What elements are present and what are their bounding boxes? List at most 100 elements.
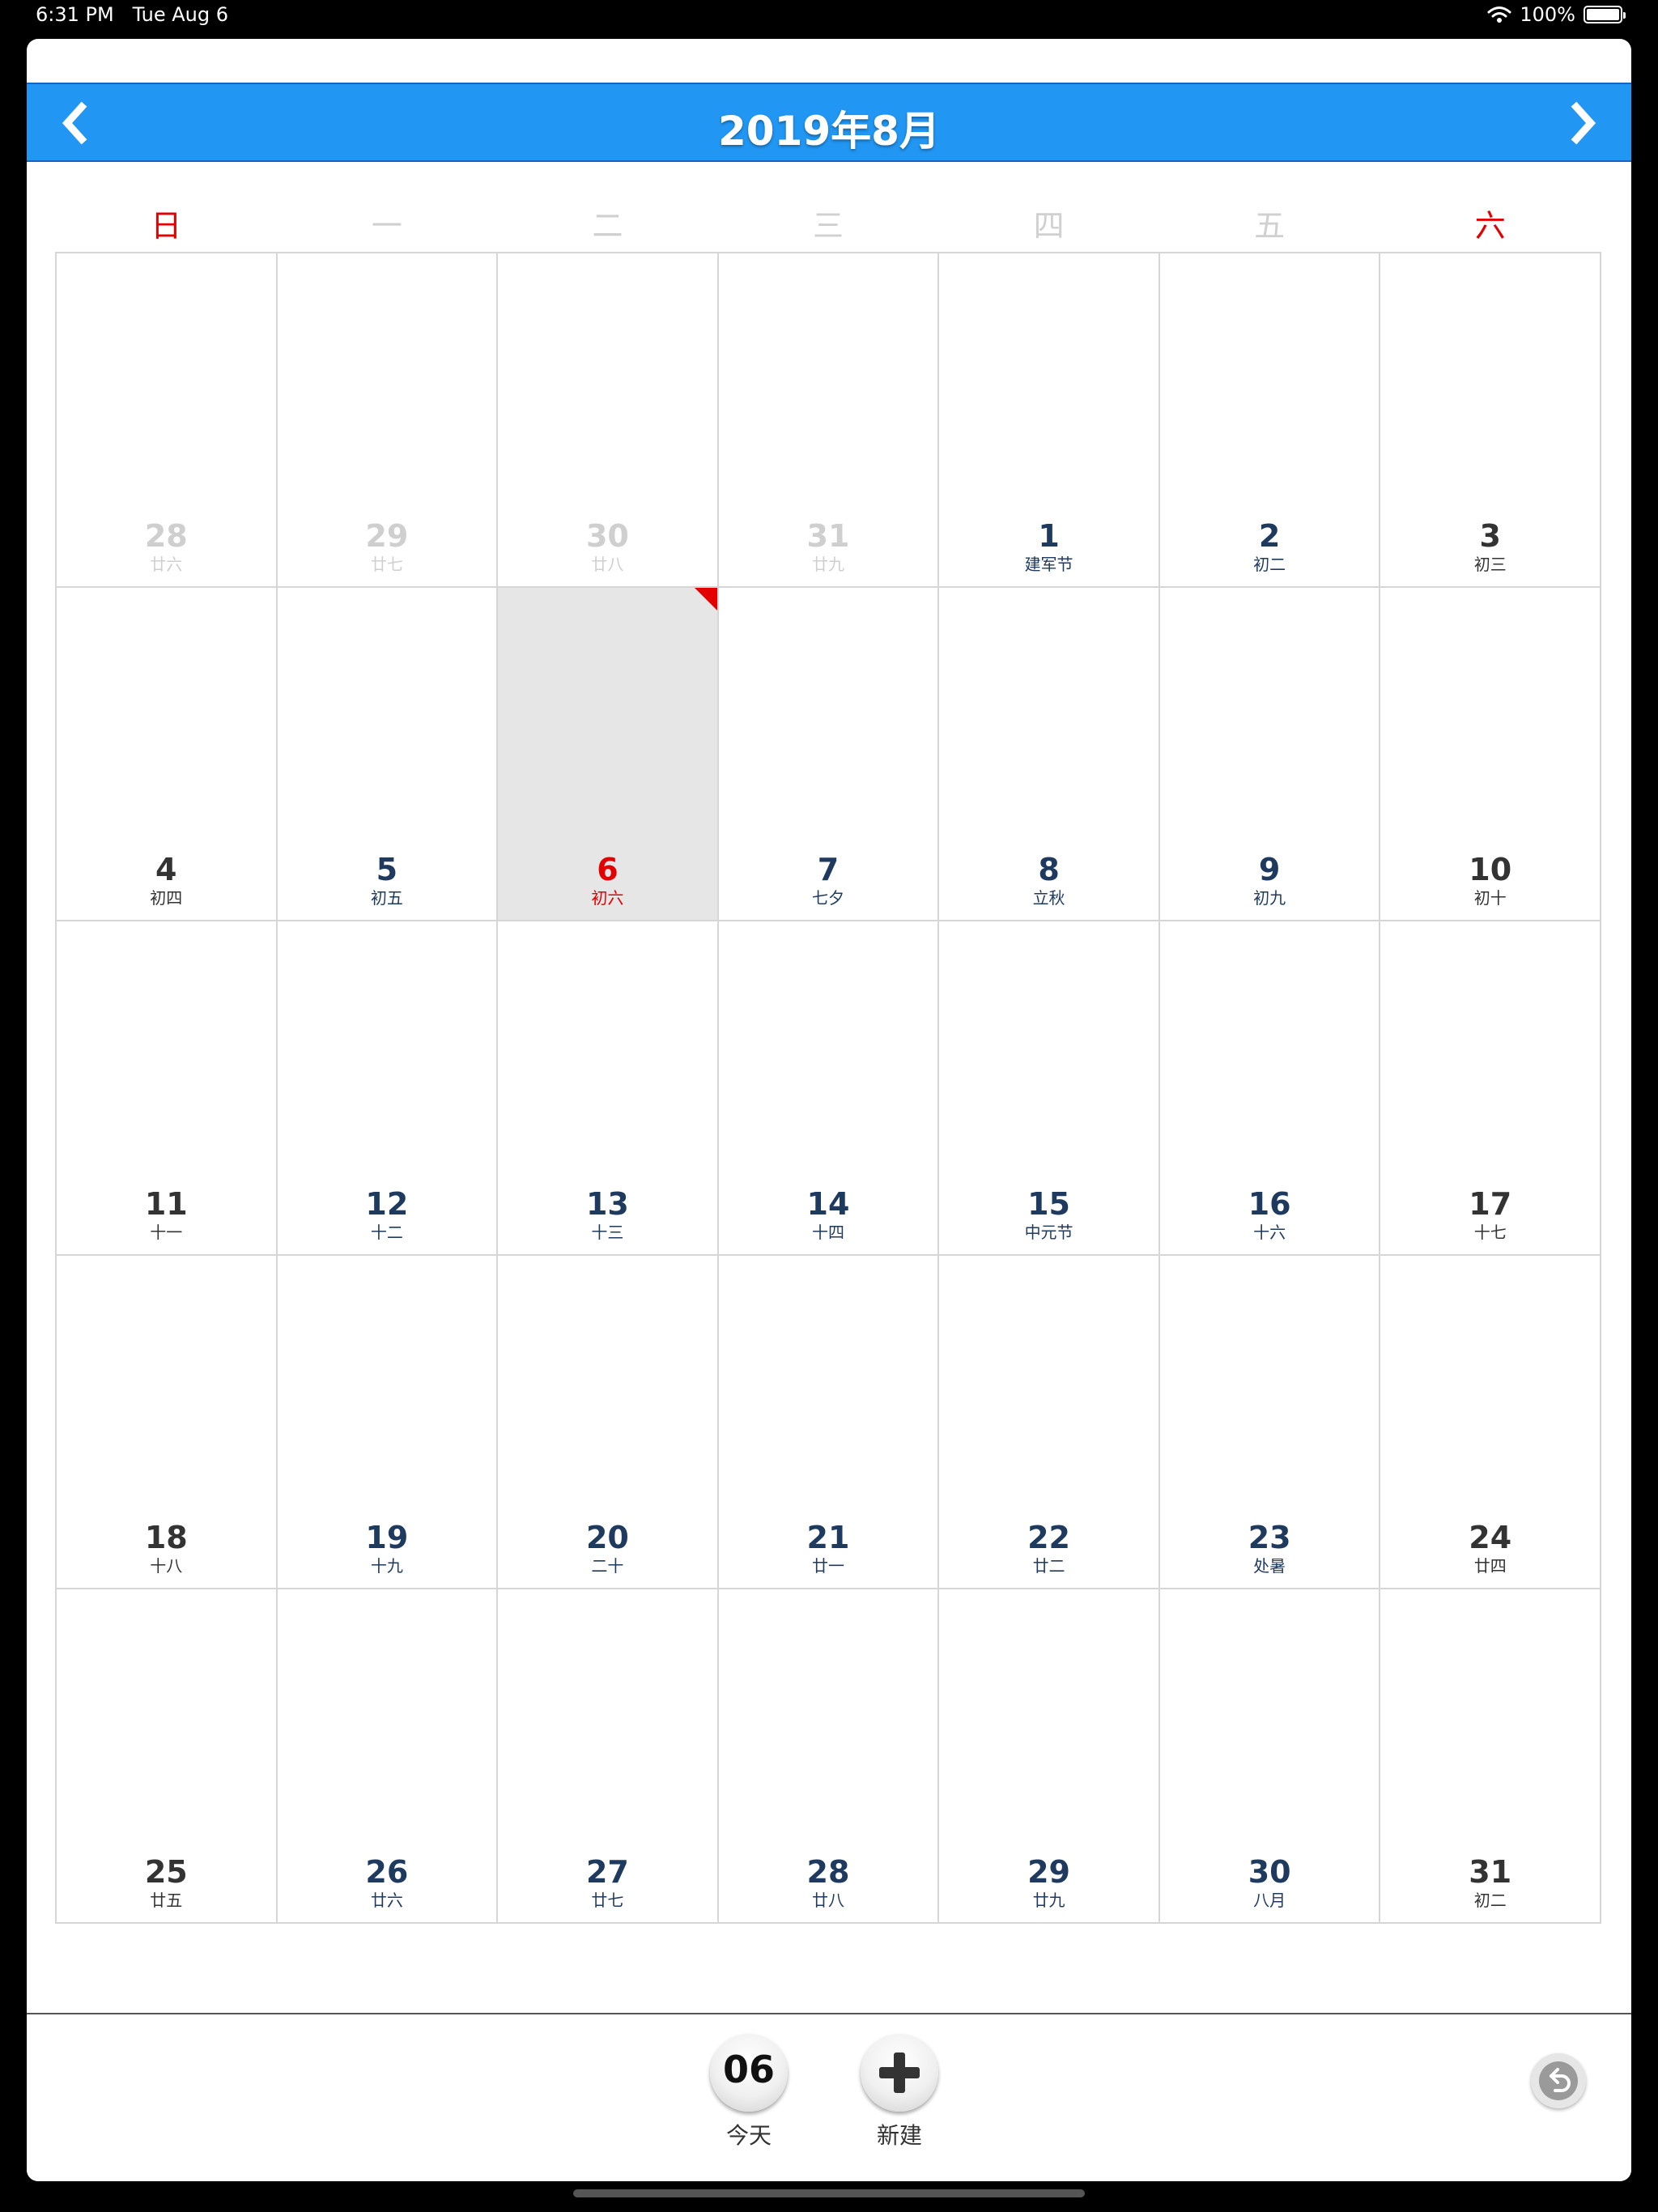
day-number: 26 <box>365 1854 409 1890</box>
day-number: 19 <box>365 1520 409 1556</box>
day-cell[interactable]: 26 廿六 <box>277 1589 499 1924</box>
day-number: 6 <box>597 852 619 888</box>
battery-icon <box>1584 6 1626 23</box>
lunar-date: 廿二 <box>1032 1556 1065 1576</box>
day-cell[interactable]: 14 十四 <box>718 921 940 1256</box>
new-button[interactable]: 新建 <box>861 2034 938 2150</box>
today-circle[interactable]: 06 <box>710 2034 788 2112</box>
lunar-date: 初二 <box>1253 554 1286 574</box>
day-number: 27 <box>585 1854 629 1890</box>
day-number: 8 <box>1038 852 1060 888</box>
day-cell[interactable]: 12 十二 <box>277 921 499 1256</box>
undo-button[interactable] <box>1531 2053 1586 2108</box>
day-cell[interactable]: 31 初二 <box>1380 1589 1601 1924</box>
lunar-date: 廿六 <box>150 554 183 574</box>
lunar-date: 十四 <box>811 1222 844 1242</box>
day-cell[interactable]: 8 立秋 <box>939 587 1160 922</box>
day-number: 24 <box>1469 1520 1512 1556</box>
today-number: 06 <box>722 2048 775 2091</box>
day-number: 15 <box>1027 1185 1070 1222</box>
day-number: 2 <box>1258 517 1281 554</box>
new-circle[interactable] <box>861 2034 938 2112</box>
day-number: 14 <box>806 1185 850 1222</box>
lunar-date: 初九 <box>1253 888 1286 908</box>
day-number: 5 <box>376 852 398 888</box>
lunar-date: 初二 <box>1473 1891 1507 1910</box>
lunar-date: 初五 <box>370 888 403 908</box>
home-indicator[interactable] <box>573 2189 1085 2197</box>
day-number: 11 <box>144 1185 188 1222</box>
wifi-icon <box>1487 6 1511 23</box>
lunar-date: 廿一 <box>811 1556 844 1576</box>
day-cell[interactable]: 25 廿五 <box>57 1589 278 1924</box>
day-cell[interactable]: 28 廿六 <box>57 253 278 588</box>
day-number: 28 <box>806 1854 850 1890</box>
day-cell[interactable]: 18 十八 <box>57 1255 278 1590</box>
lunar-date: 十七 <box>1473 1222 1507 1242</box>
day-cell[interactable]: 19 十九 <box>277 1255 499 1590</box>
lunar-date: 初六 <box>591 888 624 908</box>
day-cell[interactable]: 3 初三 <box>1380 253 1601 588</box>
today-label: 今天 <box>725 2122 772 2149</box>
day-cell[interactable]: 11 十一 <box>57 921 278 1256</box>
day-cell[interactable]: 23 处暑 <box>1159 1255 1381 1590</box>
lunar-date: 十三 <box>591 1222 624 1242</box>
today-button[interactable]: 06 今天 <box>710 2034 788 2150</box>
day-number: 18 <box>144 1520 188 1556</box>
day-cell[interactable]: 2 初二 <box>1159 253 1381 588</box>
day-cell[interactable]: 21 廿一 <box>718 1255 940 1590</box>
day-number: 28 <box>144 517 188 554</box>
lunar-date: 十一 <box>150 1222 183 1242</box>
day-cell[interactable]: 5 初五 <box>277 587 499 922</box>
day-cell[interactable]: 31 廿九 <box>718 253 940 588</box>
day-number: 31 <box>1469 1854 1512 1890</box>
day-cell[interactable]: 29 廿七 <box>277 253 499 588</box>
day-number: 23 <box>1248 1520 1291 1556</box>
day-number: 13 <box>585 1185 629 1222</box>
status-time: 6:31 PM Tue Aug 6 <box>36 3 228 26</box>
day-cell[interactable]: 15 中元节 <box>939 921 1160 1256</box>
lunar-date: 十九 <box>370 1556 403 1576</box>
day-cell[interactable]: 30 八月 <box>1159 1589 1381 1924</box>
lunar-date: 八月 <box>1253 1891 1286 1910</box>
day-number: 3 <box>1479 517 1501 554</box>
day-number: 30 <box>585 517 629 554</box>
day-cell[interactable]: 13 十三 <box>498 921 719 1256</box>
day-cell[interactable]: 7 七夕 <box>718 587 940 922</box>
lunar-date: 廿九 <box>1032 1891 1065 1910</box>
day-cell[interactable]: 1 建军节 <box>939 253 1160 588</box>
lunar-date: 立秋 <box>1032 888 1065 908</box>
lunar-date: 廿七 <box>370 554 403 574</box>
day-number: 7 <box>817 852 840 888</box>
day-cell[interactable]: 20 二十 <box>498 1255 719 1590</box>
day-cell[interactable]: 24 廿四 <box>1380 1255 1601 1590</box>
lunar-date: 廿四 <box>1473 1556 1507 1576</box>
lunar-date: 初三 <box>1473 554 1507 574</box>
day-cell[interactable]: 30 廿八 <box>498 253 719 588</box>
day-cell[interactable]: 29 廿九 <box>939 1589 1160 1924</box>
lunar-date: 七夕 <box>811 888 844 908</box>
day-cell[interactable]: 27 廿七 <box>498 1589 719 1924</box>
day-number: 22 <box>1027 1520 1070 1556</box>
month-header: 2019年8月 <box>27 83 1631 162</box>
month-title[interactable]: 2019年8月 <box>27 99 1631 157</box>
bottom-toolbar: 06 今天 新建 <box>27 2013 1631 2181</box>
status-right: 100% <box>1487 3 1626 26</box>
day-cell[interactable]: 4 初四 <box>57 587 278 922</box>
lunar-date: 初十 <box>1473 888 1507 908</box>
day-number: 4 <box>155 852 177 888</box>
battery-percent: 100% <box>1520 3 1575 26</box>
lunar-date: 十八 <box>150 1556 183 1576</box>
day-cell[interactable]: 16 十六 <box>1159 921 1381 1256</box>
day-cell-today[interactable]: 6 初六 <box>498 587 719 922</box>
day-cell[interactable]: 10 初十 <box>1380 587 1601 922</box>
day-cell[interactable]: 28 廿八 <box>718 1589 940 1924</box>
day-cell[interactable]: 22 廿二 <box>939 1255 1160 1590</box>
day-cell[interactable]: 17 十七 <box>1380 921 1601 1256</box>
new-label: 新建 <box>876 2122 922 2149</box>
day-cell[interactable]: 9 初九 <box>1159 587 1381 922</box>
lunar-date: 廿五 <box>150 1891 183 1910</box>
next-month-button[interactable] <box>1560 100 1605 146</box>
lunar-date: 中元节 <box>1024 1222 1073 1242</box>
lunar-date: 十六 <box>1253 1222 1286 1242</box>
